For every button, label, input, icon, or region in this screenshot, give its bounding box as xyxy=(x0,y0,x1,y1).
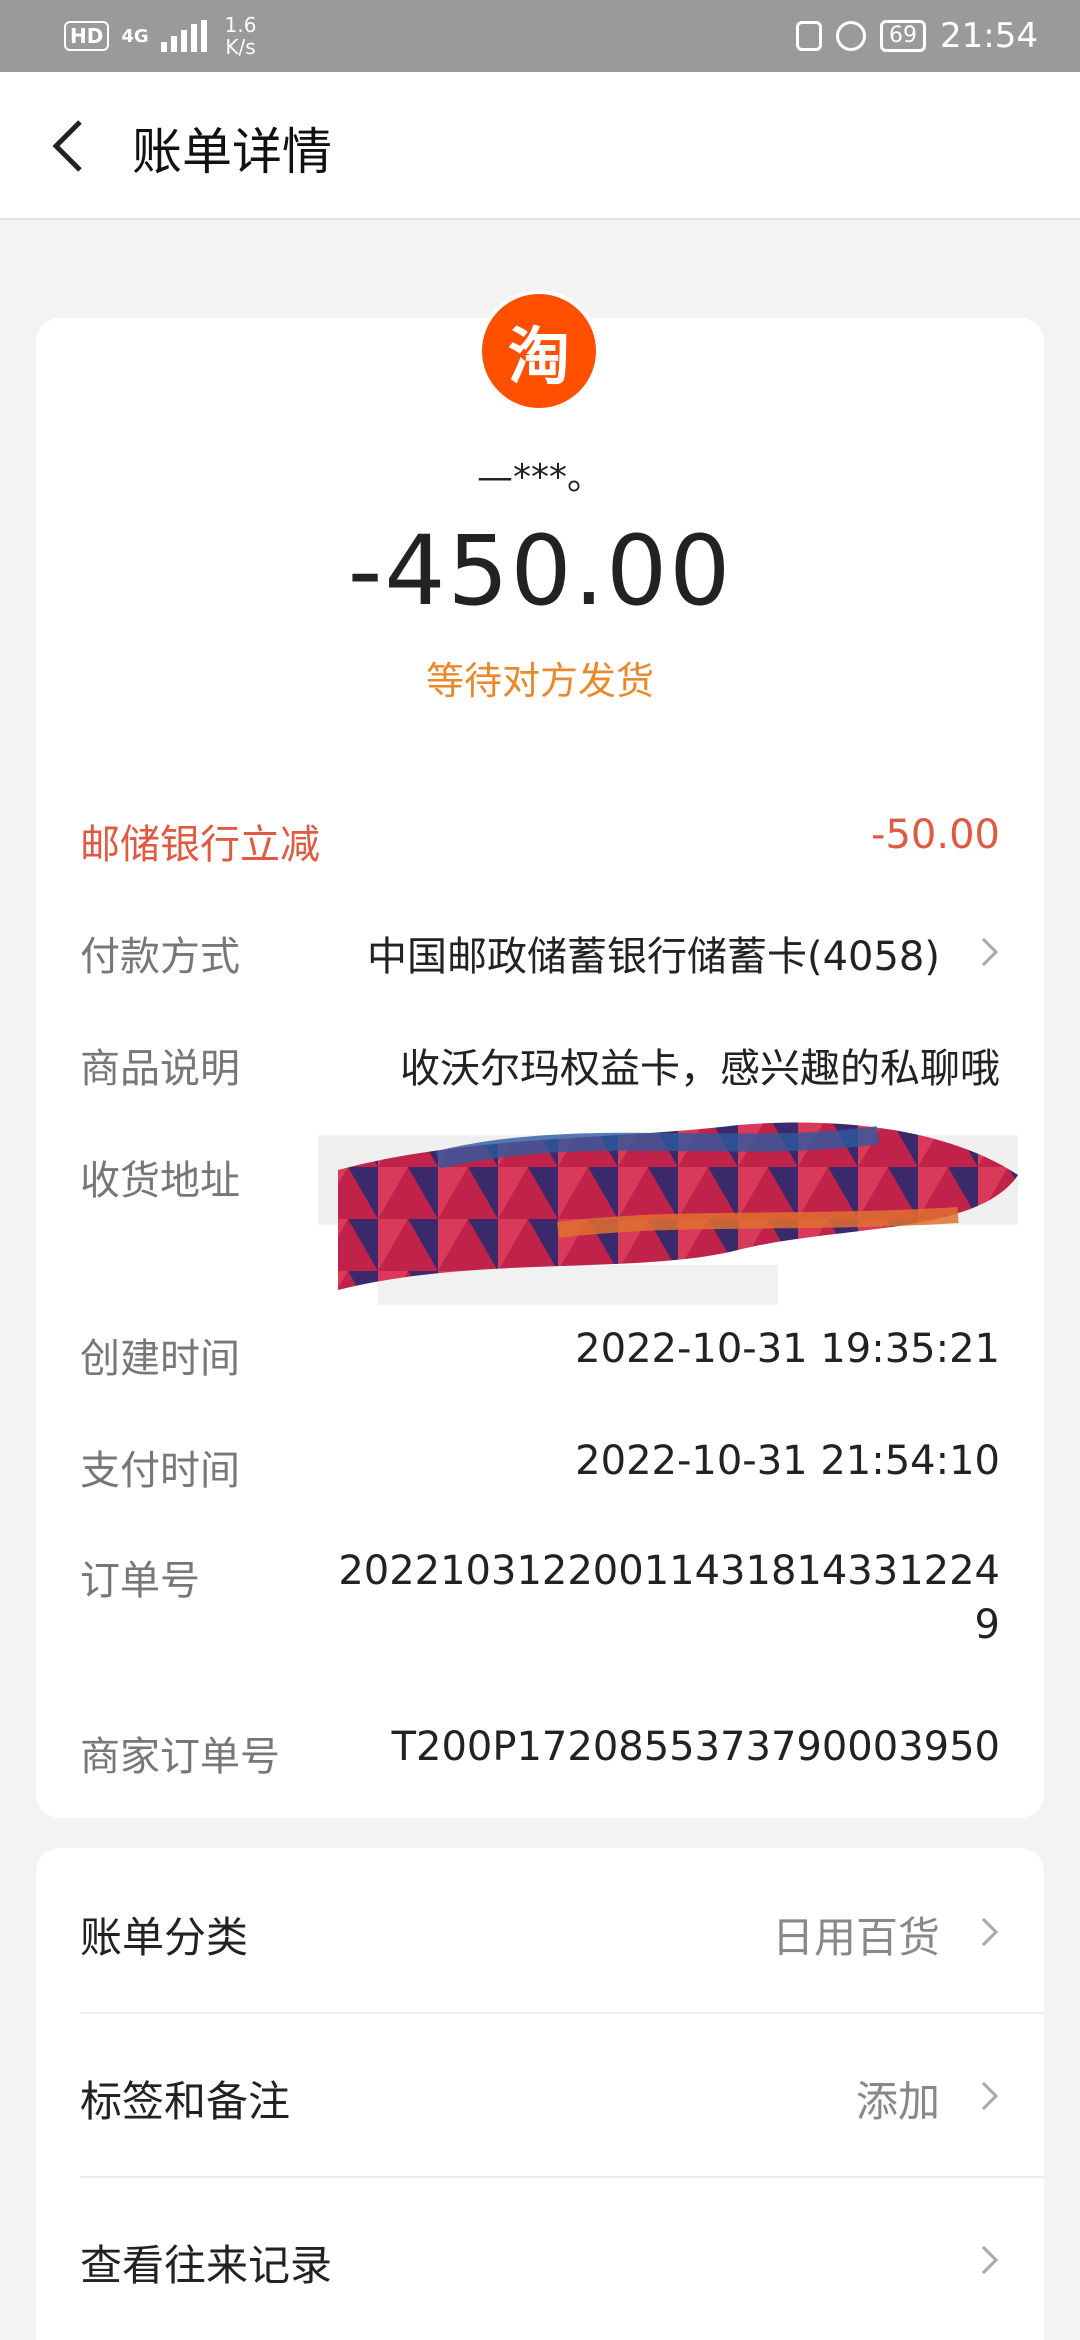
network-speed: 1.6 K/s xyxy=(224,13,257,59)
merchant-order-no-value: T200P1720855373790003950 xyxy=(391,1724,1000,1770)
tags-notes-label: 标签和备注 xyxy=(80,2077,291,2126)
tags-notes-row[interactable]: 标签和备注 添加 xyxy=(80,2068,1000,2232)
created-time-label: 创建时间 xyxy=(80,1336,240,1382)
chevron-right-icon xyxy=(969,2245,999,2275)
page-title: 账单详情 xyxy=(132,123,332,181)
divider xyxy=(80,2012,1044,2014)
order-status: 等待对方发货 xyxy=(425,659,654,703)
alarm-icon xyxy=(836,21,867,51)
chevron-right-icon xyxy=(969,1917,999,1947)
description-label: 商品说明 xyxy=(80,1046,240,1092)
payment-method-label: 付款方式 xyxy=(80,934,240,980)
divider xyxy=(80,2176,1044,2178)
history-row[interactable]: 查看往来记录 xyxy=(80,2232,1000,2340)
redaction-scribble xyxy=(318,1122,1018,1305)
nav-bar: 账单详情 xyxy=(0,72,1080,220)
merchant-name: —***。 xyxy=(476,457,603,498)
nfc-icon xyxy=(796,21,823,51)
history-label: 查看往来记录 xyxy=(80,2241,333,2290)
battery-icon: 69 xyxy=(880,20,927,52)
hd-icon: HD xyxy=(64,21,110,51)
tags-notes-value: 添加 xyxy=(855,2077,940,2126)
order-no-label: 订单号 xyxy=(80,1558,200,1604)
network-type: 4G xyxy=(121,25,149,47)
amount: -450.00 xyxy=(347,515,733,627)
taobao-logo-icon: 淘 xyxy=(478,290,600,412)
category-label: 账单分类 xyxy=(80,1913,249,1962)
signal-icon xyxy=(160,20,207,52)
clock: 21:54 xyxy=(940,16,1038,56)
pay-time-label: 支付时间 xyxy=(80,1448,240,1494)
description-value: 收沃尔玛权益卡，感兴趣的私聊哦 xyxy=(400,1046,1000,1092)
discount-label: 邮储银行立减 xyxy=(80,822,320,868)
merchant-order-no-label: 商家订单号 xyxy=(80,1734,280,1780)
category-value: 日用百货 xyxy=(771,1913,940,1962)
back-arrow-icon[interactable] xyxy=(40,114,104,178)
category-row[interactable]: 账单分类 日用百货 xyxy=(80,1904,1000,2068)
pay-time-value: 2022-10-31 21:54:10 xyxy=(575,1438,1000,1484)
discount-value: -50.00 xyxy=(871,812,1000,858)
payment-method-value: 中国邮政储蓄银行储蓄卡(4058) xyxy=(366,934,940,980)
created-time-value: 2022-10-31 19:35:21 xyxy=(575,1326,1000,1372)
status-bar: HD 4G 1.6 K/s 69 21:54 xyxy=(0,0,1080,72)
order-no-value: 20221031220011431814331224 9 xyxy=(338,1548,1000,1648)
chevron-right-icon xyxy=(969,2081,999,2111)
address-label: 收货地址 xyxy=(80,1158,240,1204)
